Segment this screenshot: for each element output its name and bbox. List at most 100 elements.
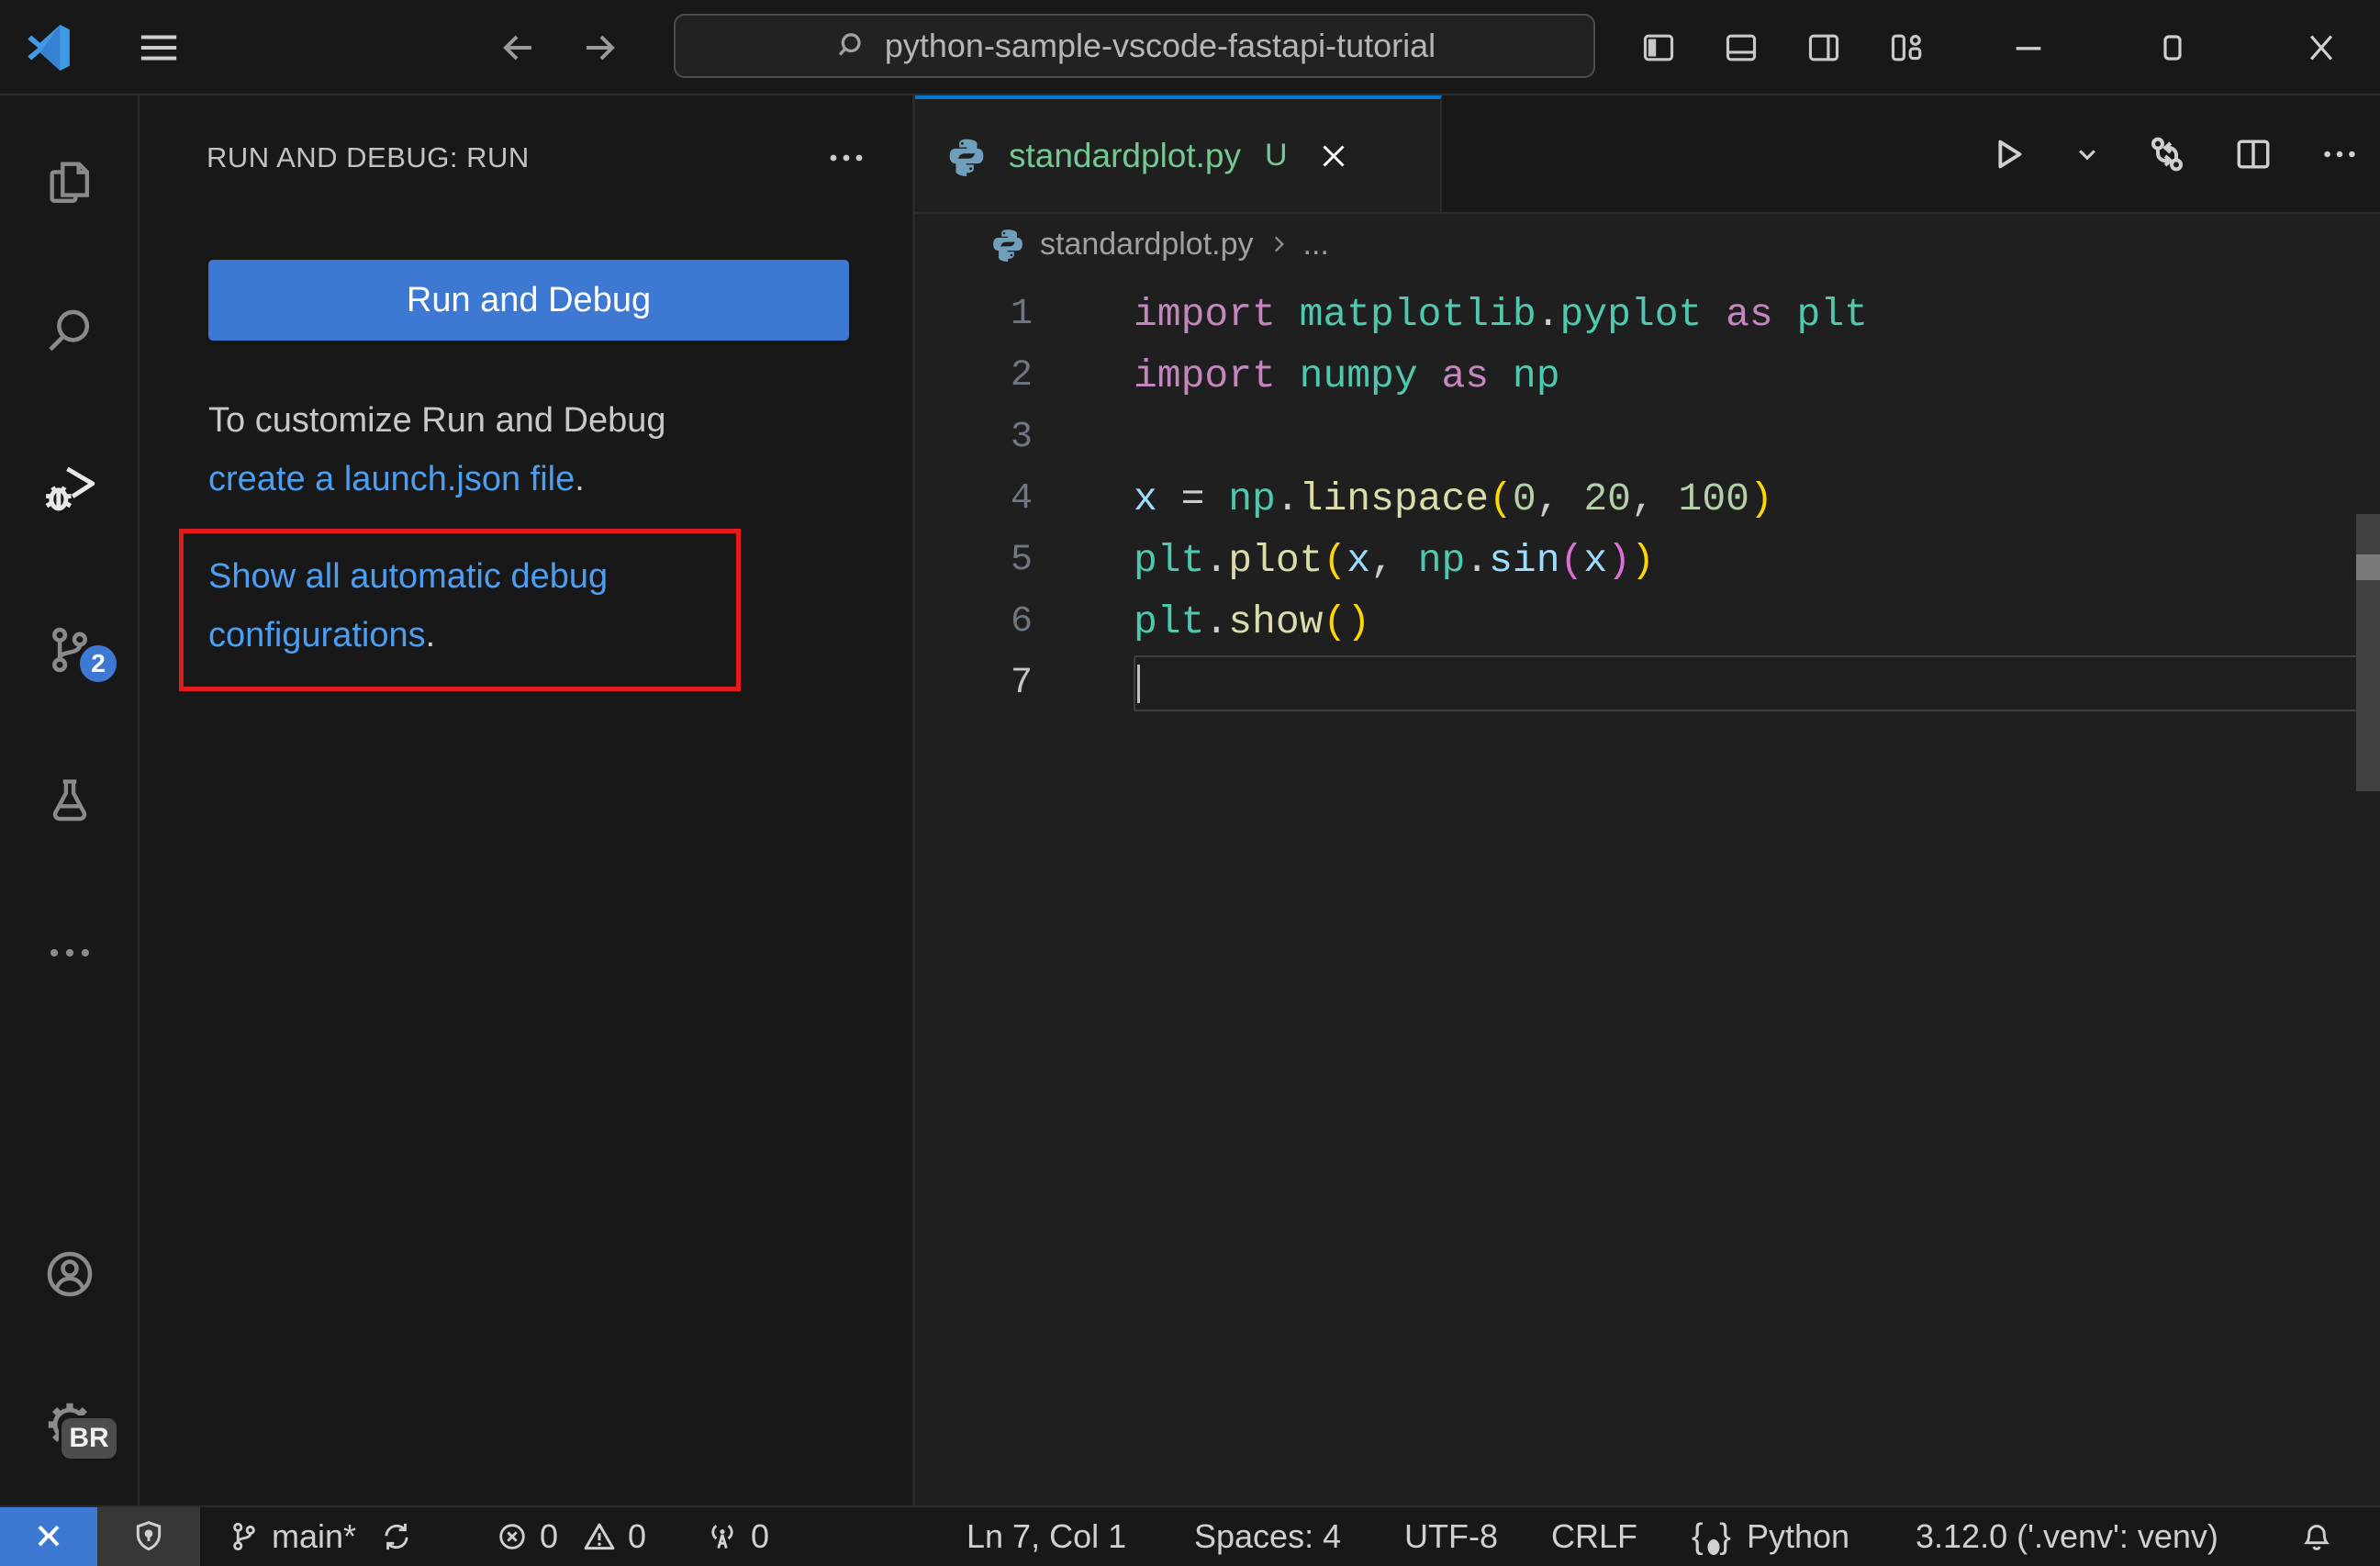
toggle-panel-icon[interactable] bbox=[1709, 16, 1773, 80]
code-text[interactable]: plt.show() bbox=[1134, 591, 2380, 653]
split-editor-icon[interactable] bbox=[2229, 130, 2277, 178]
ports-count: 0 bbox=[751, 1517, 770, 1555]
run-dropdown-chevron-icon[interactable] bbox=[2070, 130, 2105, 178]
git-branch-icon bbox=[233, 1522, 255, 1551]
python-file-icon bbox=[946, 136, 987, 176]
hint-text: To customize Run and Debug bbox=[208, 401, 666, 440]
tab-modified-badge: U bbox=[1265, 138, 1288, 173]
code-area[interactable]: 1 import matplotlib.pyplot as plt 2 import … bbox=[915, 284, 2380, 714]
auto-link-line2[interactable]: configurations bbox=[208, 616, 426, 654]
run-python-file-icon[interactable] bbox=[1983, 130, 2031, 178]
code-line[interactable]: 5 plt.plot(x, np.sin(x)) bbox=[915, 530, 2380, 591]
menu-hamburger-icon[interactable] bbox=[138, 29, 187, 66]
panel-more-actions-icon[interactable] bbox=[819, 136, 874, 180]
indent-status[interactable]: Spaces: 4 bbox=[1194, 1507, 1341, 1566]
nav-back-icon[interactable] bbox=[496, 26, 540, 70]
notifications-bell[interactable] bbox=[2299, 1507, 2334, 1566]
broadcast-icon bbox=[711, 1525, 733, 1549]
nav-forward-icon[interactable] bbox=[578, 26, 622, 70]
hint-period: . bbox=[575, 460, 585, 498]
line-number[interactable]: 6 bbox=[915, 591, 1033, 653]
warnings-count: 0 bbox=[628, 1517, 647, 1555]
auto-link-line1[interactable]: Show all automatic debug bbox=[208, 557, 608, 596]
search-icon bbox=[833, 28, 870, 64]
language-status[interactable]: { } Python bbox=[1692, 1507, 1849, 1566]
tab-standardplot[interactable]: standardplot.py U bbox=[915, 95, 1442, 212]
code-text[interactable]: import matplotlib.pyplot as plt bbox=[1134, 284, 2380, 345]
breadcrumb[interactable]: standardplot.py ... bbox=[915, 214, 2380, 274]
activity-bar: 2 BR bbox=[0, 95, 140, 1505]
command-center-search[interactable]: python-sample-vscode-fastapi-tutorial bbox=[674, 14, 1595, 78]
open-changes-icon[interactable] bbox=[2143, 130, 2191, 178]
editor-toolbar bbox=[1983, 95, 2363, 212]
tab-close-icon[interactable] bbox=[1312, 134, 1356, 178]
warnings-icon bbox=[584, 1523, 615, 1550]
code-text[interactable] bbox=[1134, 407, 2380, 468]
python-file-icon bbox=[990, 227, 1025, 262]
breadcrumb-file[interactable]: standardplot.py bbox=[1040, 227, 1254, 263]
panel-title: RUN AND DEBUG: RUN bbox=[207, 141, 530, 173]
testing-icon[interactable] bbox=[18, 749, 121, 852]
line-number[interactable]: 4 bbox=[915, 468, 1033, 530]
more-views-icon[interactable] bbox=[18, 901, 121, 1004]
ports-status[interactable]: 0 bbox=[705, 1507, 769, 1566]
search-text: python-sample-vscode-fastapi-tutorial bbox=[884, 27, 1436, 64]
window-maximize-icon[interactable] bbox=[2140, 16, 2205, 80]
encoding-status[interactable]: UTF-8 bbox=[1404, 1507, 1498, 1566]
branch-status[interactable]: main* bbox=[228, 1507, 413, 1566]
eol-status[interactable]: CRLF bbox=[1551, 1507, 1637, 1566]
vscode-logo-icon bbox=[26, 24, 73, 72]
line-number[interactable]: 5 bbox=[915, 530, 1033, 591]
customize-hint: To customize Run and Debug create a laun… bbox=[208, 391, 851, 509]
problems-status[interactable]: 0 0 bbox=[496, 1507, 646, 1566]
auto-link-period: . bbox=[425, 616, 436, 654]
bell-icon bbox=[2304, 1525, 2330, 1550]
scm-badge: 2 bbox=[77, 643, 119, 685]
customize-layout-icon[interactable] bbox=[1874, 16, 1939, 80]
code-text[interactable]: plt.plot(x, np.sin(x)) bbox=[1134, 530, 2380, 591]
show-auto-configs-link[interactable]: Show all automatic debug configurations. bbox=[208, 547, 722, 665]
text-cursor bbox=[1137, 665, 1140, 703]
code-line[interactable]: 3 bbox=[915, 407, 2380, 468]
editor-more-actions-icon[interactable] bbox=[2316, 130, 2363, 178]
code-text[interactable]: import numpy as np bbox=[1134, 345, 2380, 407]
shield-icon bbox=[136, 1521, 162, 1551]
run-and-debug-icon[interactable] bbox=[18, 437, 121, 540]
accounts-icon[interactable] bbox=[18, 1223, 121, 1326]
workspace-trust-indicator[interactable] bbox=[97, 1507, 200, 1566]
sync-icon bbox=[385, 1523, 408, 1550]
line-col-status[interactable]: Ln 7, Col 1 bbox=[967, 1507, 1126, 1566]
code-line[interactable]: 4 x = np.linspace(0, 20, 100) bbox=[915, 468, 2380, 530]
profile-badge: BR bbox=[59, 1415, 119, 1461]
code-text[interactable] bbox=[1134, 655, 2365, 711]
remote-indicator[interactable] bbox=[0, 1507, 97, 1566]
toggle-sidebar-icon[interactable] bbox=[1626, 16, 1691, 80]
line-number[interactable]: 3 bbox=[915, 407, 1033, 468]
braces-icon: { } bbox=[1692, 1516, 1736, 1556]
interpreter-status[interactable]: 3.12.0 ('.venv': venv) bbox=[1916, 1507, 2218, 1566]
remote-icon bbox=[38, 1525, 60, 1547]
tab-label: standardplot.py bbox=[1009, 136, 1242, 174]
code-text[interactable]: x = np.linspace(0, 20, 100) bbox=[1134, 468, 2380, 530]
tab-bar: standardplot.py U bbox=[915, 95, 2380, 214]
scrollbar-cursor-marker bbox=[2356, 554, 2380, 580]
window-close-icon[interactable] bbox=[2289, 16, 2353, 80]
breadcrumb-more[interactable]: ... bbox=[1303, 227, 1329, 263]
code-line[interactable]: 2 import numpy as np bbox=[915, 345, 2380, 407]
window-minimize-icon[interactable] bbox=[1996, 16, 2061, 80]
code-line[interactable]: 1 import matplotlib.pyplot as plt bbox=[915, 284, 2380, 345]
search-view-icon[interactable] bbox=[18, 279, 121, 382]
line-number[interactable]: 2 bbox=[915, 345, 1033, 407]
run-and-debug-button[interactable]: Run and Debug bbox=[208, 260, 849, 341]
title-bar: python-sample-vscode-fastapi-tutorial bbox=[0, 0, 2380, 95]
errors-icon bbox=[499, 1524, 525, 1549]
code-line[interactable]: 6 plt.show() bbox=[915, 591, 2380, 653]
code-line[interactable]: 7 bbox=[915, 653, 2380, 714]
toggle-secondary-sidebar-icon[interactable] bbox=[1792, 16, 1856, 80]
line-number[interactable]: 1 bbox=[915, 284, 1033, 345]
explorer-icon[interactable] bbox=[18, 132, 121, 235]
line-number[interactable]: 7 bbox=[915, 653, 1033, 714]
language-label: Python bbox=[1747, 1517, 1850, 1555]
branch-name: main* bbox=[272, 1517, 357, 1555]
create-launch-json-link[interactable]: create a launch.json file bbox=[208, 460, 575, 498]
